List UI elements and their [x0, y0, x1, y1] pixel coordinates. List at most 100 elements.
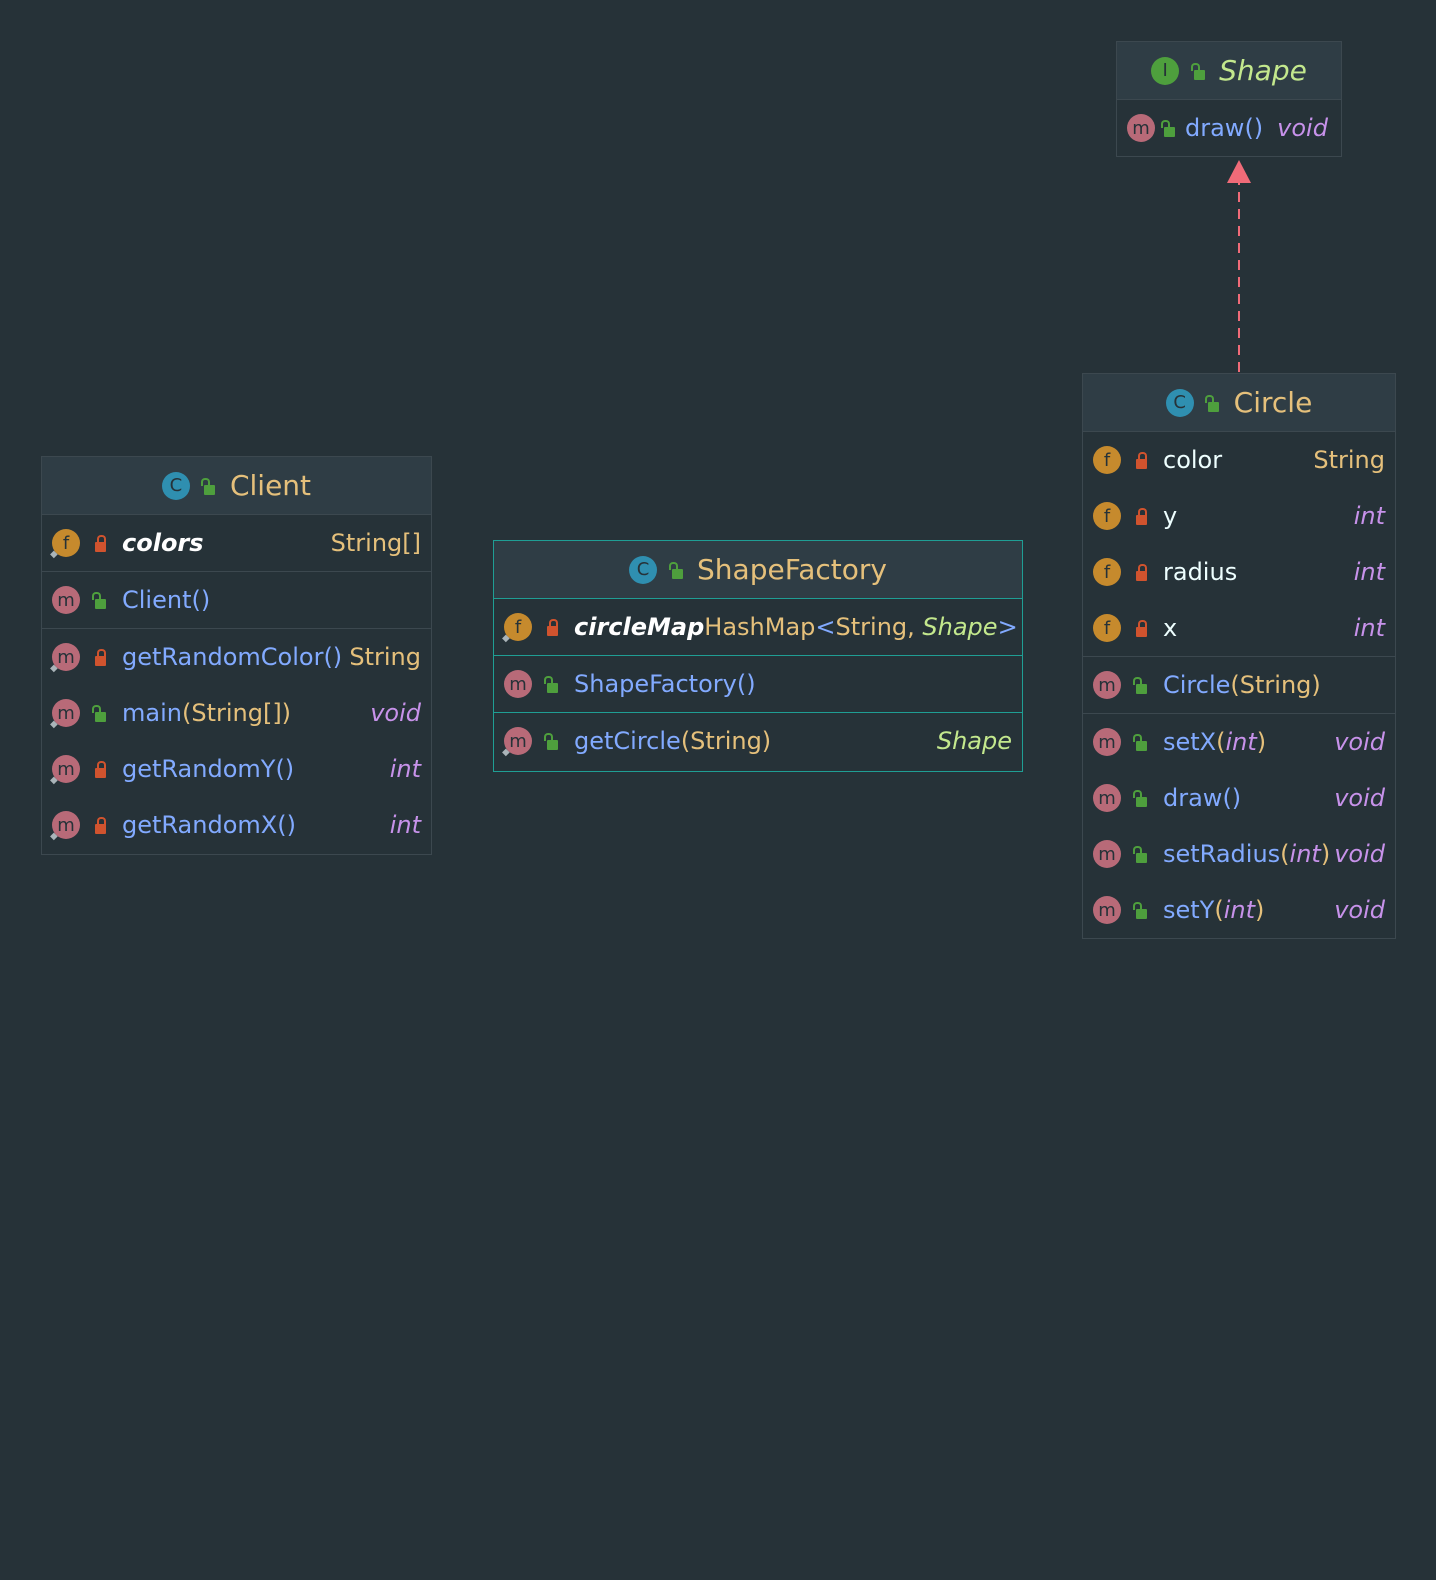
method-params: () — [323, 643, 343, 671]
static-method-badge-icon: m ◆ — [50, 699, 80, 730]
client-header[interactable]: C Client — [42, 457, 431, 515]
pin-icon: ◆ — [50, 831, 58, 842]
client-constructors: m Client () — [42, 572, 431, 629]
return-type: void — [370, 699, 421, 727]
return-type: Shape — [936, 727, 1012, 755]
method-name: setY — [1163, 896, 1215, 924]
method-params: () — [1222, 784, 1242, 812]
method-row[interactable]: m ◆ getRandomX () int — [42, 797, 431, 853]
method-params: () — [275, 755, 295, 783]
constructor-row[interactable]: m Client () — [42, 572, 431, 628]
unlock-icon — [543, 732, 560, 750]
return-type: int — [389, 811, 421, 839]
lock-icon — [1133, 619, 1149, 637]
field-name: x — [1163, 614, 1178, 642]
unlock-icon — [1205, 394, 1222, 412]
lock-icon — [92, 648, 108, 666]
class-badge-icon: C — [629, 555, 658, 584]
unlock-icon — [91, 591, 108, 609]
unlock-icon — [1132, 733, 1149, 751]
constructor-params: (String) — [1230, 671, 1321, 699]
param-close: ) — [1255, 896, 1265, 924]
field-type: String — [1313, 446, 1385, 474]
client-class-box[interactable]: C Client f ◆ colors String[] m Client () … — [41, 456, 432, 855]
field-type: HashMap<String, Shape> — [704, 613, 1018, 641]
field-row[interactable]: f ◆ circleMap HashMap<String, Shape> — [494, 599, 1022, 655]
unlock-icon — [668, 561, 685, 579]
static-field-badge-icon: f ◆ — [50, 529, 80, 560]
circle-fields: f color String f y int f radius int f x … — [1083, 432, 1395, 657]
circle-title: Circle — [1233, 386, 1313, 419]
circle-class-box[interactable]: C Circle f color String f y int f radius… — [1082, 373, 1396, 939]
method-row[interactable]: m setX (int) void — [1083, 714, 1395, 770]
field-row[interactable]: f y int — [1083, 488, 1395, 544]
field-row[interactable]: f radius int — [1083, 544, 1395, 600]
return-type: void — [1334, 784, 1385, 812]
shapefactory-fields: f ◆ circleMap HashMap<String, Shape> — [494, 599, 1022, 656]
field-badge-icon: f — [1093, 558, 1121, 586]
param-open: ( — [1280, 840, 1290, 868]
constructor-params: () — [191, 586, 211, 614]
return-type: void — [1334, 840, 1385, 868]
client-title: Client — [229, 469, 312, 502]
constructor-name: ShapeFactory — [574, 670, 737, 698]
static-field-badge-icon: f ◆ — [502, 613, 532, 644]
field-row[interactable]: f x int — [1083, 600, 1395, 656]
method-row[interactable]: m draw () void — [1083, 770, 1395, 826]
return-type: int — [389, 755, 421, 783]
unlock-icon — [1132, 901, 1149, 919]
constructor-name: Client — [122, 586, 192, 614]
return-type: void — [1334, 728, 1385, 756]
field-type: int — [1353, 614, 1385, 642]
circle-constructors: m Circle (String) — [1083, 657, 1395, 714]
pin-icon: ◆ — [502, 633, 510, 644]
method-row[interactable]: m setY (int) void — [1083, 882, 1395, 938]
field-type: int — [1353, 558, 1385, 586]
lock-icon — [1133, 451, 1149, 469]
circle-header[interactable]: C Circle — [1083, 374, 1395, 432]
param-type: int — [1225, 728, 1257, 756]
pin-icon: ◆ — [50, 775, 58, 786]
method-name: setX — [1163, 728, 1217, 756]
class-badge-icon: C — [1165, 388, 1194, 417]
param-type: int — [1223, 896, 1256, 924]
param-close: ) — [1320, 840, 1331, 868]
param-open: ( — [1216, 728, 1226, 756]
static-method-badge-icon: m ◆ — [50, 643, 80, 674]
method-row[interactable]: m ◆ getRandomY () int — [42, 741, 431, 797]
static-method-badge-icon: m ◆ — [50, 755, 80, 786]
shapefactory-header[interactable]: C ShapeFactory — [494, 541, 1022, 599]
method-row[interactable]: m ◆ main (String[]) void — [42, 685, 431, 741]
param-type: int — [1289, 840, 1321, 868]
lock-icon — [1133, 563, 1149, 581]
field-badge-icon: f — [1093, 502, 1121, 530]
field-badge-icon: f — [1093, 614, 1121, 642]
pin-icon: ◆ — [502, 747, 510, 758]
unlock-icon — [91, 704, 108, 722]
field-row[interactable]: f ◆ colors String[] — [42, 515, 431, 571]
param-close: ) — [1256, 728, 1267, 756]
method-name: getRandomX — [122, 811, 278, 839]
method-name: getCircle — [574, 727, 681, 755]
method-name: getRandomY — [122, 755, 276, 783]
constructor-row[interactable]: m Circle (String) — [1083, 657, 1395, 713]
method-params: (String[]) — [181, 699, 292, 727]
shapefactory-class-box[interactable]: C ShapeFactory f ◆ circleMap HashMap<Stri… — [493, 540, 1023, 772]
method-badge-icon: m — [504, 670, 532, 698]
method-row[interactable]: m setRadius (int) void — [1083, 826, 1395, 882]
method-row[interactable]: m ◆ getCircle (String) Shape — [494, 713, 1022, 769]
method-row[interactable]: m ◆ getRandomColor () String — [42, 629, 431, 685]
field-name: radius — [1163, 558, 1238, 586]
field-row[interactable]: f color String — [1083, 432, 1395, 488]
unlock-icon — [1132, 845, 1149, 863]
static-method-badge-icon: m ◆ — [50, 811, 80, 842]
runnable-class-badge-icon: C — [161, 471, 190, 500]
pin-icon: ◆ — [50, 719, 58, 730]
client-fields: f ◆ colors String[] — [42, 515, 431, 572]
constructor-row[interactable]: m ShapeFactory () — [494, 656, 1022, 712]
param-open: ( — [1214, 896, 1224, 924]
method-badge-icon: m — [1093, 784, 1121, 812]
method-badge-icon: m — [1093, 728, 1121, 756]
method-name: getRandomColor — [122, 643, 324, 671]
method-badge-icon: m — [52, 586, 80, 614]
